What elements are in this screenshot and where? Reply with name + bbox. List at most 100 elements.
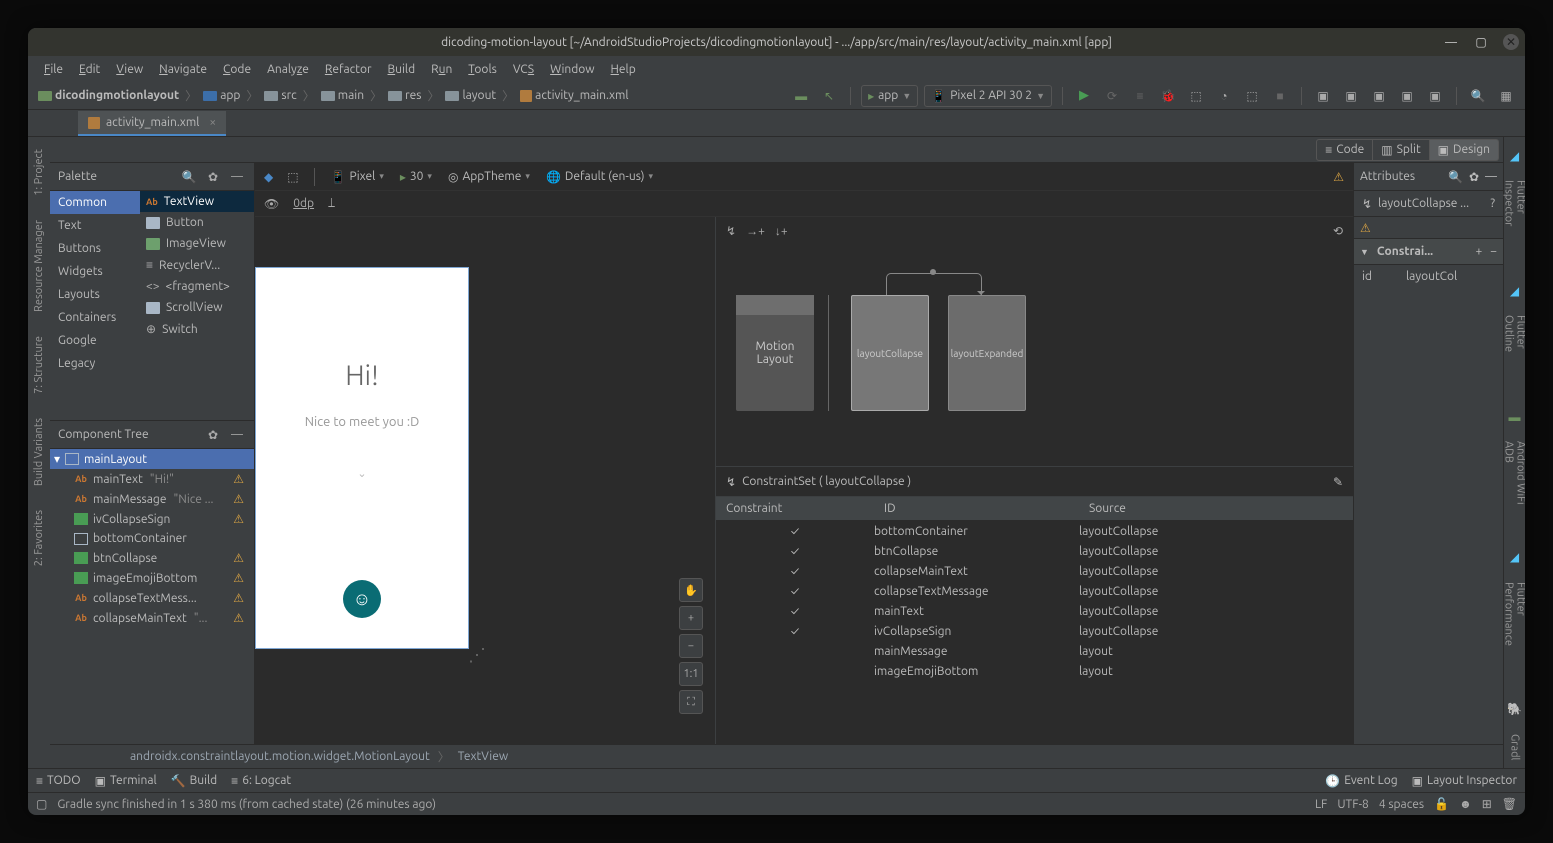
- device-select[interactable]: 📱 Pixel ▾: [327, 170, 388, 184]
- avd-button[interactable]: ▣: [1312, 85, 1334, 107]
- ct-item[interactable]: AbmainText"Hi!"⚠: [50, 469, 254, 489]
- gradle-icon[interactable]: 🐘: [1506, 700, 1524, 717]
- tool-build-variants[interactable]: Build Variants: [30, 410, 48, 494]
- pan-mode-icon[interactable]: ⬚: [284, 170, 301, 184]
- ct-item[interactable]: ivCollapseSign⚠: [50, 509, 254, 529]
- view-split[interactable]: ▥ Split: [1373, 139, 1429, 161]
- menu-refactor[interactable]: Refactor: [319, 61, 378, 78]
- layout-insp-button[interactable]: ▣: [1396, 85, 1418, 107]
- trash-icon[interactable]: 🗑: [1502, 797, 1517, 811]
- menu-help[interactable]: Help: [605, 61, 642, 78]
- tool-build[interactable]: 🔨 Build: [171, 774, 218, 788]
- pi-recyclerview[interactable]: ≡RecyclerV...: [140, 254, 254, 276]
- cat-google[interactable]: Google: [50, 329, 140, 352]
- pi-fragment[interactable]: <><fragment>: [140, 276, 254, 297]
- menu-window[interactable]: Window: [544, 61, 600, 78]
- menu-view[interactable]: View: [110, 61, 149, 78]
- inspect-icon[interactable]: ☻: [1459, 797, 1472, 811]
- constraint-row[interactable]: ✓collapseTextMessagelayoutCollapse: [716, 581, 1353, 601]
- tool-windows-icon[interactable]: ▢: [36, 797, 47, 811]
- edit-icon[interactable]: ✎: [1333, 475, 1343, 489]
- tree-settings-icon[interactable]: ✿: [204, 428, 222, 442]
- apply-code-button[interactable]: ≡: [1129, 85, 1151, 107]
- lock-icon[interactable]: 🔓: [1434, 797, 1449, 811]
- add-attr-icon[interactable]: +: [1475, 245, 1482, 258]
- menu-file[interactable]: File: [38, 61, 69, 78]
- tool-favorites[interactable]: 2: Favorites: [30, 502, 48, 574]
- charset[interactable]: UTF-8: [1337, 798, 1368, 811]
- constraintset-expanded[interactable]: layoutExpanded: [948, 295, 1026, 411]
- constraintset-collapse[interactable]: layoutCollapse: [851, 295, 929, 411]
- palette-settings-icon[interactable]: ✿: [204, 170, 222, 184]
- ct-item[interactable]: imageEmojiBottom⚠: [50, 568, 254, 588]
- android-wifi-icon[interactable]: ▬: [1506, 408, 1524, 425]
- flutter-icon[interactable]: ◢: [1506, 147, 1524, 164]
- device-combo[interactable]: 📱Pixel 2 API 30 2▼: [924, 85, 1052, 107]
- attr-row-id[interactable]: id layoutCol: [1354, 265, 1503, 288]
- menu-build[interactable]: Build: [382, 61, 422, 78]
- help-icon[interactable]: ?: [1490, 197, 1495, 210]
- tool-todo[interactable]: ≡ TODO: [36, 774, 81, 788]
- tool-logcat[interactable]: ≡ 6: Logcat: [231, 774, 291, 788]
- bc-app[interactable]: app: [201, 89, 242, 102]
- select-mode-icon[interactable]: ◆: [261, 170, 276, 184]
- tool-gradle[interactable]: Gradl: [1506, 726, 1524, 768]
- android-icon[interactable]: ▬: [790, 85, 812, 107]
- ct-root[interactable]: ▾mainLayout: [50, 449, 254, 469]
- flutter-icon-2[interactable]: ◢: [1506, 282, 1524, 299]
- close-button[interactable]: ✕: [1503, 34, 1519, 50]
- bc-file[interactable]: activity_main.xml: [518, 89, 630, 102]
- ct-item[interactable]: AbcollapseMainText"...⚠: [50, 608, 254, 628]
- menu-tools[interactable]: Tools: [462, 61, 503, 78]
- remove-attr-icon[interactable]: −: [1490, 245, 1497, 258]
- resource-button[interactable]: ▣: [1368, 85, 1390, 107]
- tool-flutter-inspector[interactable]: Flutter Inspector: [1500, 172, 1526, 268]
- motion-layout-card[interactable]: Motion Layout: [736, 295, 814, 411]
- ct-item[interactable]: AbcollapseTextMess...⚠: [50, 588, 254, 608]
- ct-item[interactable]: bottomContainer: [50, 529, 254, 548]
- menu-analyze[interactable]: Analyze: [261, 61, 315, 78]
- cycle-icon[interactable]: ⟲: [1333, 224, 1343, 238]
- settings-button[interactable]: ▦: [1495, 85, 1517, 107]
- minimize-button[interactable]: —: [1443, 34, 1459, 50]
- profile-button[interactable]: ◔: [1213, 85, 1235, 107]
- cat-buttons[interactable]: Buttons: [50, 237, 140, 260]
- tool-flutter-performance[interactable]: Flutter Performance: [1500, 574, 1526, 687]
- line-ending[interactable]: LF: [1315, 798, 1327, 811]
- ct-item[interactable]: AbmainMessage"Nice ...⚠: [50, 489, 254, 509]
- cat-text[interactable]: Text: [50, 214, 140, 237]
- emulator-button[interactable]: ▣: [1424, 85, 1446, 107]
- mem-icon[interactable]: ⊞: [1482, 797, 1492, 811]
- attach-debug-button[interactable]: ⬚: [1241, 85, 1263, 107]
- sdk-button[interactable]: ▣: [1340, 85, 1362, 107]
- attr-search-icon[interactable]: 🔍: [1448, 170, 1463, 184]
- pi-switch[interactable]: ⊕Switch: [140, 318, 254, 340]
- pi-textview[interactable]: AbTextView: [140, 191, 254, 212]
- tool-layout-inspector[interactable]: ▣ Layout Inspector: [1412, 774, 1517, 788]
- tool-eventlog[interactable]: 🕒 Event Log: [1325, 774, 1397, 788]
- cat-common[interactable]: Common: [50, 191, 140, 214]
- pi-scrollview[interactable]: ScrollView: [140, 297, 254, 318]
- tool-resource-manager[interactable]: Resource Manager: [30, 212, 48, 320]
- phone-preview[interactable]: Hi! Nice to meet you :D ⌄ ☺ ⋰: [255, 267, 469, 649]
- palette-search-icon[interactable]: 🔍: [180, 170, 198, 184]
- locale-select[interactable]: 🌐 Default (en-us) ▾: [542, 170, 657, 184]
- constraint-row[interactable]: ✓ivCollapseSignlayoutCollapse: [716, 621, 1353, 641]
- zoom-out-button[interactable]: −: [679, 634, 703, 658]
- pi-button[interactable]: Button: [140, 212, 254, 233]
- attr-settings-icon[interactable]: ✿: [1469, 170, 1479, 184]
- run-button[interactable]: ▶: [1073, 85, 1095, 107]
- tree-minimize-icon[interactable]: —: [228, 428, 246, 441]
- resize-handle-icon[interactable]: ⋰: [468, 645, 486, 666]
- pi-imageview[interactable]: ImageView: [140, 233, 254, 254]
- attr-minimize-icon[interactable]: —: [1485, 170, 1497, 183]
- tool-flutter-outline[interactable]: Flutter Outline: [1500, 307, 1526, 394]
- create-transition-icon[interactable]: ↯: [726, 224, 736, 238]
- view-code[interactable]: ≡ Code: [1316, 139, 1373, 161]
- tool-project[interactable]: 1: Project: [30, 141, 48, 204]
- debug-button[interactable]: 🐞: [1157, 85, 1179, 107]
- tools-attr-icon[interactable]: ⟘: [325, 197, 338, 211]
- ct-item[interactable]: btnCollapse⚠: [50, 548, 254, 568]
- sync-icon[interactable]: ↖: [818, 85, 840, 107]
- create-click-icon[interactable]: →+: [746, 224, 765, 238]
